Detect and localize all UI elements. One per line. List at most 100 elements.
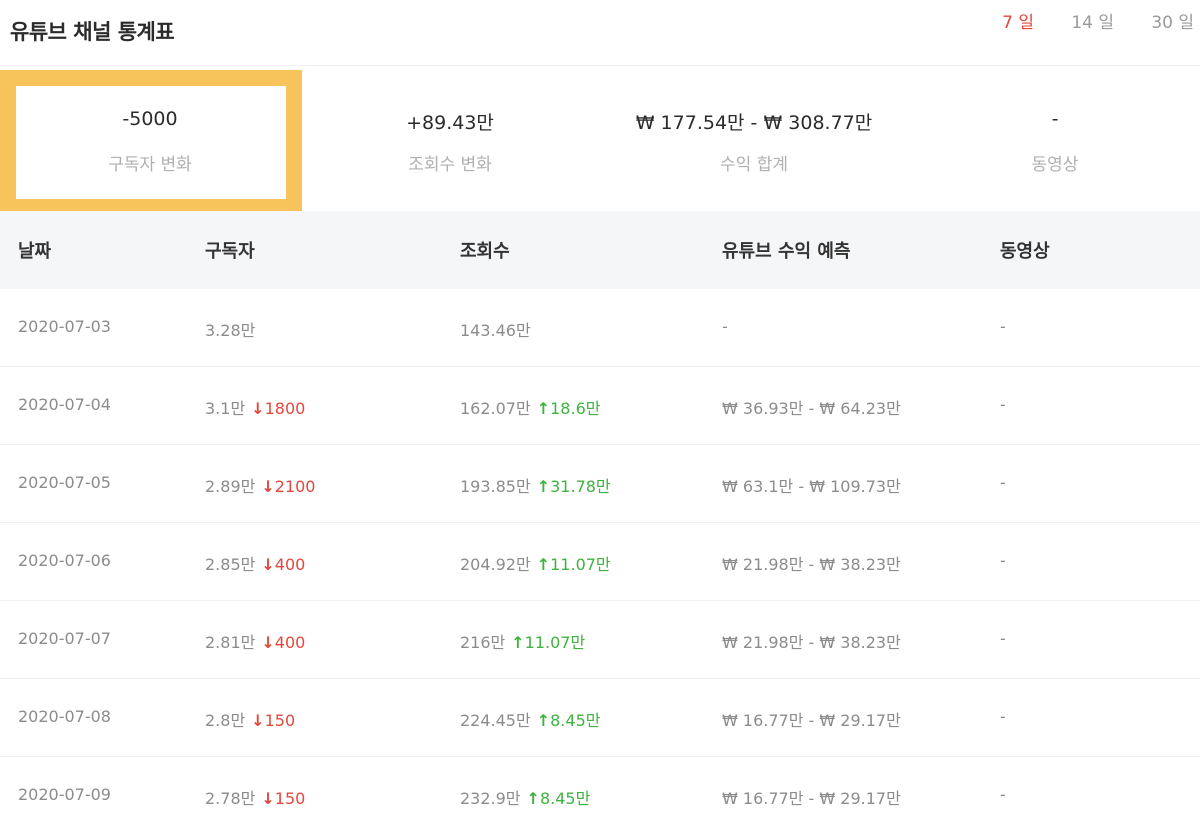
table-row: 2020-07-03 3.28만 143.46만 - - (0, 289, 1200, 367)
table-row: 2020-07-04 3.1만 ↓1800 162.07만 ↑18.6만 ₩ 36.… (0, 367, 1200, 445)
subscriber-count: 2.8만 (205, 711, 246, 730)
cell-revenue: ₩ 16.77만 - ₩ 29.17만 (722, 789, 901, 808)
arrow-down-icon: ↓ (251, 711, 265, 730)
cell-date: 2020-07-06 (18, 551, 111, 570)
view-delta: ↑18.6만 (537, 399, 601, 418)
table-row: 2020-07-05 2.89만 ↓2100 193.85만 ↑31.78만 ₩ 6… (0, 445, 1200, 523)
highlight-box (0, 70, 302, 211)
cell-views: 193.85만 ↑31.78만 (460, 473, 611, 497)
view-delta: ↑8.45만 (527, 789, 591, 808)
cell-videos: - (1000, 551, 1006, 570)
cell-date: 2020-07-03 (18, 317, 111, 336)
view-delta: ↑11.07만 (537, 555, 611, 574)
cell-subscribers: 3.28만 (205, 317, 255, 341)
arrow-up-icon: ↑ (536, 399, 551, 418)
cell-videos: - (1000, 473, 1006, 492)
summary-revenue-total: ₩ 177.54만 - ₩ 308.77만 수익 합계 (604, 70, 904, 210)
column-header-subscribers: 구독자 (205, 241, 255, 262)
cell-subscribers: 2.78만 ↓150 (205, 785, 305, 809)
view-delta: ↑31.78만 (537, 477, 611, 496)
view-count: 193.85만 (460, 477, 531, 496)
delta-value: 11.07만 (524, 633, 586, 652)
cell-date: 2020-07-05 (18, 473, 111, 492)
delta-value: 8.45만 (539, 789, 591, 808)
summary-label: 동영상 (1031, 155, 1079, 175)
delta-value: 1800 (264, 399, 306, 418)
cell-videos: - (1000, 629, 1006, 648)
view-delta: ↑8.45만 (537, 711, 601, 730)
column-header-date: 날짜 (18, 241, 52, 262)
tab-14-days[interactable]: 14 일 (1034, 8, 1114, 33)
page-title: 유튜브 채널 통계표 (10, 20, 175, 44)
subscriber-count: 3.28만 (205, 321, 256, 340)
top-bar: 유튜브 채널 통계표 7 일 14 일 30 일 (0, 0, 1200, 66)
table-row: 2020-07-09 2.78만 ↓150 232.9만 ↑8.45만 ₩ 16.7… (0, 757, 1200, 821)
subscriber-delta: ↓150 (251, 711, 295, 730)
cell-subscribers: 2.8만 ↓150 (205, 707, 295, 731)
cell-videos: - (1000, 707, 1006, 726)
tab-30-days[interactable]: 30 일 (1114, 8, 1194, 33)
arrow-up-icon: ↑ (526, 789, 540, 808)
arrow-down-icon: ↓ (251, 399, 265, 418)
column-header-revenue: 유튜브 수익 예측 (722, 241, 851, 262)
subscriber-delta: ↓1800 (251, 399, 305, 418)
delta-value: 400 (274, 555, 306, 574)
subscriber-delta: ↓400 (261, 555, 305, 574)
cell-videos: - (1000, 317, 1006, 336)
subscriber-count: 2.78만 (205, 789, 256, 808)
cell-date: 2020-07-09 (18, 785, 111, 804)
cell-subscribers: 2.81만 ↓400 (205, 629, 305, 653)
cell-views: 232.9만 ↑8.45만 (460, 785, 590, 809)
summary-view-change: +89.43만 조회수 변화 (310, 70, 590, 210)
cell-revenue: ₩ 16.77만 - ₩ 29.17만 (722, 711, 901, 730)
tab-7-days[interactable]: 7 일 (994, 8, 1034, 33)
delta-value: 31.78만 (550, 477, 611, 496)
cell-views: 162.07만 ↑18.6만 (460, 395, 600, 419)
cell-videos: - (1000, 395, 1006, 414)
cell-views: 224.45만 ↑8.45만 (460, 707, 600, 731)
arrow-down-icon: ↓ (261, 633, 275, 652)
summary-label: 수익 합계 (720, 155, 788, 175)
view-count: 143.46만 (460, 321, 531, 340)
cell-subscribers: 2.89만 ↓2100 (205, 473, 315, 497)
range-tabs: 7 일 14 일 30 일 (994, 8, 1194, 33)
table-row: 2020-07-08 2.8만 ↓150 224.45만 ↑8.45만 ₩ 16.7… (0, 679, 1200, 757)
delta-value: 400 (274, 633, 306, 652)
subscriber-count: 3.1만 (205, 399, 246, 418)
subscriber-delta: ↓2100 (261, 477, 315, 496)
arrow-down-icon: ↓ (261, 477, 275, 496)
column-header-views: 조회수 (460, 241, 510, 262)
table-row: 2020-07-07 2.81만 ↓400 216만 ↑11.07만 ₩ 21.98… (0, 601, 1200, 679)
cell-revenue: ₩ 63.1만 - ₩ 109.73만 (722, 477, 901, 496)
view-count: 204.92만 (460, 555, 531, 574)
delta-value: 150 (264, 711, 296, 730)
subscriber-delta: ↓400 (261, 633, 305, 652)
cell-views: 204.92만 ↑11.07만 (460, 551, 611, 575)
subscriber-delta: ↓150 (261, 789, 305, 808)
summary-videos: - 동영상 (920, 70, 1190, 210)
subscriber-count: 2.81만 (205, 633, 256, 652)
summary-label: 조회수 변화 (408, 155, 492, 175)
summary-value: - (1051, 108, 1059, 130)
view-count: 162.07만 (460, 399, 531, 418)
arrow-down-icon: ↓ (261, 789, 275, 808)
table-row: 2020-07-06 2.85만 ↓400 204.92만 ↑11.07만 ₩ 21… (0, 523, 1200, 601)
cell-revenue: - (722, 317, 728, 336)
delta-value: 8.45만 (550, 711, 601, 730)
cell-subscribers: 2.85만 ↓400 (205, 551, 305, 575)
summary-value: ₩ 177.54만 - ₩ 308.77만 (635, 112, 873, 134)
subscriber-count: 2.85만 (205, 555, 256, 574)
cell-views: 216만 ↑11.07만 (460, 629, 585, 653)
arrow-up-icon: ↑ (536, 711, 551, 730)
cell-date: 2020-07-08 (18, 707, 111, 726)
arrow-up-icon: ↑ (511, 633, 525, 652)
cell-subscribers: 3.1만 ↓1800 (205, 395, 305, 419)
cell-views: 143.46만 (460, 317, 531, 341)
cell-date: 2020-07-04 (18, 395, 111, 414)
view-count: 232.9만 (460, 789, 521, 808)
arrow-up-icon: ↑ (536, 555, 551, 574)
table-header: 날짜 구독자 조회수 유튜브 수익 예측 동영상 (0, 211, 1200, 289)
delta-value: 2100 (274, 477, 316, 496)
delta-value: 11.07만 (550, 555, 611, 574)
column-header-videos: 동영상 (1000, 241, 1050, 262)
